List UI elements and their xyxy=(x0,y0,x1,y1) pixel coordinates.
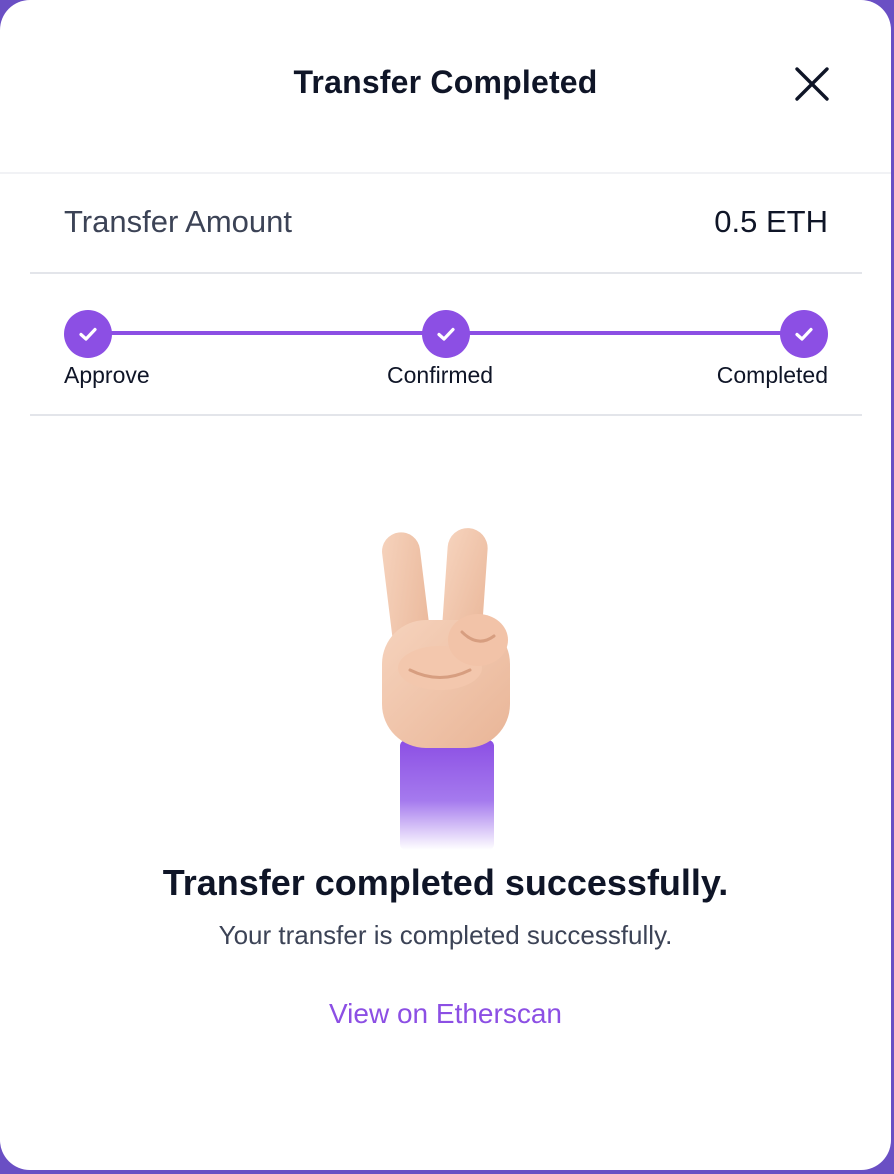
progress-stepper: Approve Confirmed Completed xyxy=(30,274,862,416)
view-on-etherscan-link[interactable]: View on Etherscan xyxy=(0,998,891,1030)
step-label-confirmed: Confirmed xyxy=(387,362,494,388)
step-approve-indicator xyxy=(64,310,112,358)
transfer-amount-label: Transfer Amount xyxy=(64,204,293,239)
step-confirmed-indicator xyxy=(422,310,470,358)
close-icon xyxy=(795,67,829,101)
check-icon xyxy=(437,327,455,341)
check-icon xyxy=(795,327,813,341)
check-icon xyxy=(79,327,97,341)
transfer-modal: Transfer Completed Transfer Amount 0.5 E… xyxy=(0,0,891,1170)
modal-title: Transfer Completed xyxy=(293,64,598,100)
step-label-completed: Completed xyxy=(716,362,828,388)
close-button[interactable] xyxy=(790,62,834,106)
success-subtitle: Your transfer is completed successfully. xyxy=(218,920,673,950)
step-completed-indicator xyxy=(780,310,828,358)
transfer-amount-row: Transfer Amount 0.5 ETH xyxy=(30,174,862,274)
step-label-approve: Approve xyxy=(64,362,150,388)
success-title: Transfer completed successfully. xyxy=(162,862,729,903)
victory-hand-icon xyxy=(370,520,520,850)
transfer-amount-value: 0.5 ETH xyxy=(714,204,828,239)
modal-header: Transfer Completed xyxy=(0,0,891,174)
